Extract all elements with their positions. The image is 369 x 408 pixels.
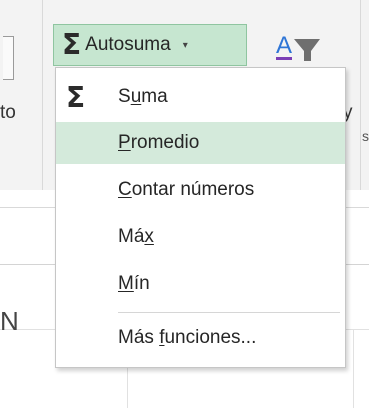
menu-item-label: Máx (118, 226, 154, 247)
menu-item-label: Mín (118, 273, 150, 294)
menu-item-promedio[interactable]: Promedio (56, 122, 345, 164)
partial-ribbon-icon[interactable] (3, 36, 14, 80)
menu-separator (118, 312, 340, 313)
autosum-label: Autosuma (85, 34, 171, 55)
sigma-icon: Σ (62, 28, 82, 61)
menu-item-label: Suma (118, 86, 168, 107)
autosum-button[interactable]: Σ Autosuma ▾ (53, 24, 247, 66)
column-header-letter: N (0, 306, 19, 336)
menu-item-min[interactable]: Mín (56, 263, 345, 305)
partial-ribbon-label: to (0, 102, 16, 123)
ribbon-group-separator (42, 0, 43, 190)
sigma-icon: Σ (66, 80, 86, 114)
ribbon-group-separator (360, 0, 361, 190)
menu-item-label: Contar números (118, 179, 255, 200)
chevron-down-icon: ▾ (182, 39, 188, 51)
menu-item-suma[interactable]: Σ Suma (56, 76, 345, 118)
menu-item-contar-numeros[interactable]: Contar números (56, 169, 345, 211)
partial-ribbon-label: s (362, 128, 369, 144)
menu-item-label: Promedio (118, 132, 200, 153)
menu-item-label: Más funciones... (118, 327, 257, 348)
autosum-dropdown-menu: Σ Suma Promedio Contar números Máx Mín M… (55, 67, 346, 368)
svg-text:A: A (276, 32, 292, 59)
sort-filter-icon[interactable]: A (274, 27, 344, 67)
menu-item-max[interactable]: Máx (56, 216, 345, 258)
grid-line (353, 330, 354, 408)
menu-item-mas-funciones[interactable]: Más funciones... (56, 317, 345, 359)
